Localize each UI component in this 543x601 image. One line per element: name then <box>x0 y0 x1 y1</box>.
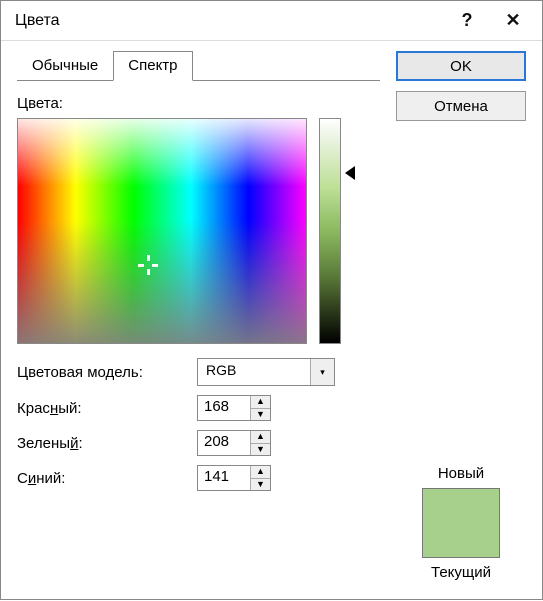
blue-value[interactable]: 141 <box>198 466 250 490</box>
red-step-down[interactable]: ▼ <box>251 409 270 421</box>
red-value[interactable]: 168 <box>198 396 250 420</box>
dialog-content: Обычные Спектр Цвета: Цветовая модель: R… <box>1 41 542 601</box>
green-step-down[interactable]: ▼ <box>251 444 270 456</box>
tab-standard[interactable]: Обычные <box>17 51 113 81</box>
green-row: Зеленый: 208 ▲ ▼ <box>17 430 380 456</box>
blue-step-down[interactable]: ▼ <box>251 479 270 491</box>
green-spinner: ▲ ▼ <box>250 431 270 455</box>
blue-row: Синий: 141 ▲ ▼ <box>17 465 380 491</box>
crosshair-icon <box>138 255 158 275</box>
green-value[interactable]: 208 <box>198 431 250 455</box>
blue-step-up[interactable]: ▲ <box>251 466 270 479</box>
red-spinner: ▲ ▼ <box>250 396 270 420</box>
side-panel: OK Отмена Новый Текущий <box>396 51 526 587</box>
color-spectrum[interactable] <box>17 118 307 344</box>
red-input[interactable]: 168 ▲ ▼ <box>197 395 271 421</box>
cancel-button[interactable]: Отмена <box>396 91 526 121</box>
window-title: Цвета <box>15 12 444 30</box>
blue-input[interactable]: 141 ▲ ▼ <box>197 465 271 491</box>
preview-block: Новый Текущий <box>396 465 526 587</box>
model-row: Цветовая модель: RGB ▾ <box>17 358 380 386</box>
red-step-up[interactable]: ▲ <box>251 396 270 409</box>
new-label: Новый <box>438 465 484 482</box>
colors-label: Цвета: <box>17 95 380 112</box>
green-input[interactable]: 208 ▲ ▼ <box>197 430 271 456</box>
help-button[interactable]: ? <box>444 5 490 37</box>
tab-spectrum[interactable]: Спектр <box>113 51 192 81</box>
model-label: Цветовая модель: <box>17 364 197 381</box>
spectrum-row <box>17 118 380 344</box>
title-bar: Цвета ? ✕ <box>1 1 542 41</box>
color-swatch <box>422 488 500 558</box>
green-label: Зеленый: <box>17 435 197 452</box>
chevron-down-icon[interactable]: ▾ <box>310 359 334 385</box>
ok-button[interactable]: OK <box>396 51 526 81</box>
luminance-wrap <box>319 118 355 344</box>
model-value: RGB <box>198 359 310 385</box>
blue-spinner: ▲ ▼ <box>250 466 270 490</box>
green-step-up[interactable]: ▲ <box>251 431 270 444</box>
tabs: Обычные Спектр <box>17 51 380 81</box>
luminance-slider[interactable] <box>319 118 341 344</box>
close-button[interactable]: ✕ <box>490 5 536 37</box>
blue-label: Синий: <box>17 470 197 487</box>
luminance-pointer-icon[interactable] <box>345 166 355 180</box>
current-label: Текущий <box>431 564 491 581</box>
model-select[interactable]: RGB ▾ <box>197 358 335 386</box>
red-row: Красный: 168 ▲ ▼ <box>17 395 380 421</box>
main-panel: Обычные Спектр Цвета: Цветовая модель: R… <box>17 51 380 587</box>
red-label: Красный: <box>17 400 197 417</box>
